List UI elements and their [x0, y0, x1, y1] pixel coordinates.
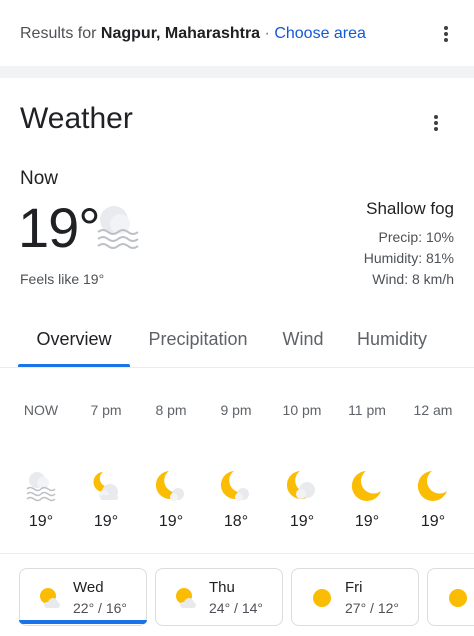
hour-label: 11 pm — [348, 402, 386, 418]
results-location: Nagpur, Maharashtra — [100, 25, 261, 42]
weather-title: Weather — [20, 102, 133, 135]
hourly-item: 9 pm 18° — [206, 396, 266, 536]
feels-like: Feels like 19° — [20, 271, 105, 287]
clear-night-icon — [417, 471, 447, 501]
hour-temperature: 19° — [354, 513, 380, 530]
daily-divider — [0, 553, 474, 554]
day-name: Thu — [209, 579, 235, 596]
hourly-item: 10 pm 19° — [272, 396, 332, 536]
partly-cloudy-day-icon — [40, 588, 60, 608]
day-name: Fri — [345, 579, 363, 596]
section-separator — [0, 66, 474, 78]
hour-label: 8 pm — [155, 402, 187, 418]
tab-wind[interactable]: Wind — [272, 310, 334, 368]
weather-tabs: Overview Precipitation Wind Humidity — [18, 310, 474, 368]
weather-condition: Shallow fog — [366, 199, 454, 218]
hour-label: 12 am — [413, 402, 453, 418]
hour-label: 7 pm — [90, 402, 122, 418]
current-temperature: 19° — [18, 196, 101, 259]
results-more-options-icon[interactable] — [436, 24, 456, 44]
day-card-thu[interactable]: Thu 24° / 14° — [155, 568, 283, 626]
tabs-divider — [0, 367, 474, 368]
tab-precipitation[interactable]: Precipitation — [136, 310, 260, 368]
hour-temperature: 18° — [223, 513, 249, 530]
hour-temperature: 19° — [289, 513, 315, 530]
humidity-stat: Humidity: 81% — [363, 250, 454, 266]
fog-icon — [97, 206, 139, 249]
choose-area-link[interactable]: Choose area — [274, 25, 366, 42]
hourly-item: 11 pm 19° — [337, 396, 397, 536]
hour-label: 10 pm — [282, 402, 322, 418]
hourly-item: 7 pm 19° — [76, 396, 136, 536]
hour-temperature: 19° — [28, 513, 54, 530]
day-card-fri[interactable]: Fri 27° / 12° — [291, 568, 419, 626]
now-label: Now — [20, 168, 59, 189]
hour-temperature: 19° — [93, 513, 119, 530]
precipitation-stat: Precip: 10% — [378, 229, 454, 245]
tab-overview[interactable]: Overview — [18, 310, 130, 368]
hourly-item: 8 pm 19° — [141, 396, 201, 536]
hour-label: NOW — [23, 402, 59, 418]
day-temperature-range: 24° / 14° — [209, 600, 264, 616]
results-separator: · — [264, 25, 270, 42]
sunny-icon — [313, 589, 331, 607]
day-card-partial[interactable] — [427, 568, 474, 626]
results-location-line: Results for Nagpur, Maharashtra · Choose… — [20, 25, 366, 43]
hourly-item: NOW 19° — [11, 396, 71, 536]
tab-humidity[interactable]: Humidity — [346, 310, 438, 368]
results-prefix: Results for — [20, 25, 97, 42]
partly-cloudy-night-icon — [286, 471, 315, 499]
hour-temperature: 19° — [158, 513, 184, 530]
partly-cloudy-night-icon — [93, 472, 118, 500]
day-name: Wed — [73, 579, 104, 596]
partly-cloudy-day-icon — [176, 588, 196, 608]
day-selected-indicator — [19, 620, 147, 624]
day-temperature-range: 27° / 12° — [345, 600, 400, 616]
hour-temperature: 19° — [420, 513, 446, 530]
clear-night-icon — [351, 471, 381, 501]
hour-label: 9 pm — [220, 402, 252, 418]
hourly-item: 12 am 19° — [403, 396, 463, 536]
results-header: Results for Nagpur, Maharashtra · Choose… — [0, 0, 474, 66]
sunny-icon — [449, 589, 467, 607]
fog-icon — [26, 472, 56, 502]
day-temperature-range: 22° / 16° — [73, 600, 128, 616]
partly-cloudy-night-icon — [155, 471, 184, 501]
partly-cloudy-night-icon — [220, 471, 249, 501]
weather-more-options-icon[interactable] — [426, 113, 446, 133]
wind-stat: Wind: 8 km/h — [372, 271, 454, 287]
day-card-wed[interactable]: Wed 22° / 16° — [19, 568, 147, 626]
